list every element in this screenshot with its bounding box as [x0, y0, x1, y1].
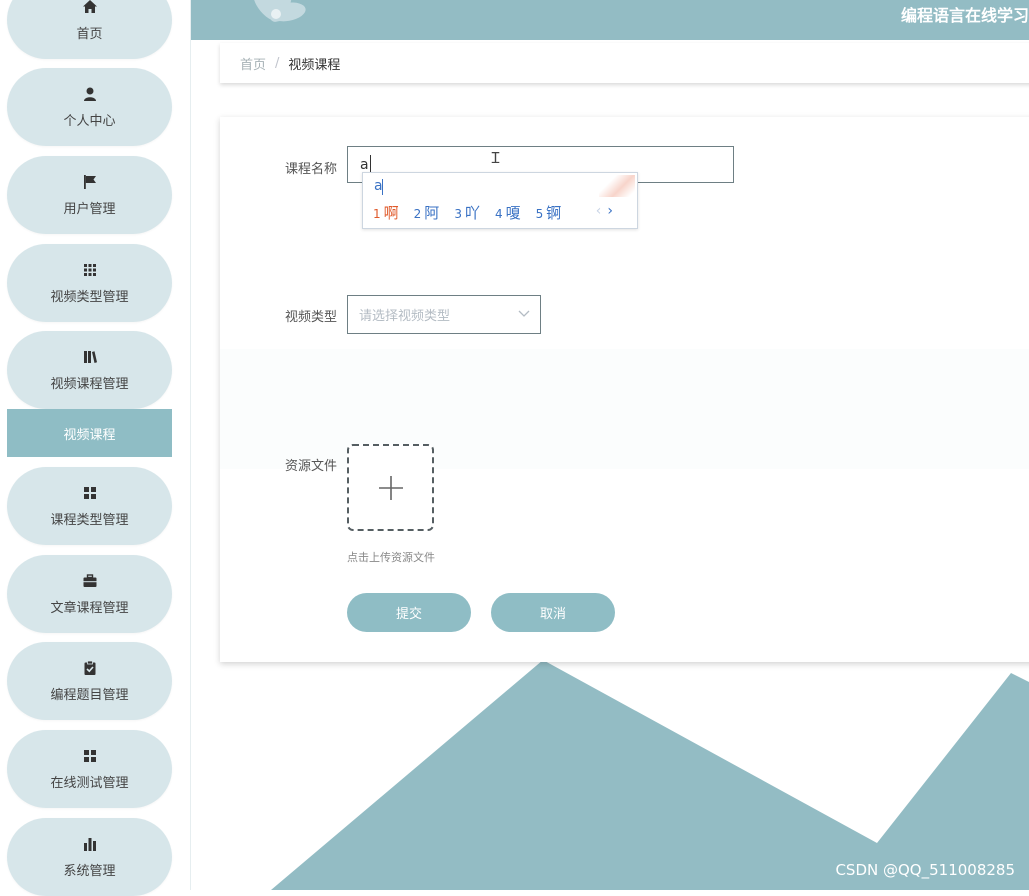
ime-candidate[interactable]: 5锕 — [536, 202, 562, 223]
breadcrumb: 首页 / 视频课程 — [220, 43, 1029, 83]
video-type-select[interactable]: 请选择视频类型 — [347, 295, 541, 334]
sidebar-item-label: 课程类型管理 — [50, 512, 129, 528]
apps-icon — [83, 749, 96, 762]
chevron-down-icon — [518, 310, 530, 317]
app-title: 编程语言在线学习 — [900, 6, 1029, 25]
form-band — [220, 349, 1029, 469]
sidebar-item-label: 个人中心 — [63, 113, 116, 129]
file-upload-area[interactable] — [347, 444, 434, 531]
ime-caret — [382, 179, 383, 195]
flag-icon — [83, 174, 96, 189]
user-icon — [83, 87, 96, 101]
submit-button[interactable]: 提交 — [347, 593, 471, 632]
sidebar-subitem-label: 视频课程 — [63, 427, 116, 443]
plus-icon — [378, 475, 403, 500]
sidebar-item-programming-questions[interactable]: 编程题目管理 — [7, 642, 172, 720]
ime-candidates: 1啊 2阿 3吖 4嗄 5锕 — [373, 202, 576, 223]
sidebar-item-system[interactable]: 系统管理 — [7, 818, 172, 896]
video-type-placeholder: 请选择视频类型 — [359, 309, 451, 324]
sidebar-item-label: 首页 — [76, 26, 103, 42]
course-form-card: 课程名称 Ｉ a 1啊 2阿 3吖 4嗄 5锕 ‹› 视频类型 请选择视频类型 … — [220, 117, 1029, 662]
top-header: 编程语言在线学习 — [191, 0, 1029, 40]
breadcrumb-current: 视频课程 — [288, 57, 341, 73]
apps-icon — [83, 486, 96, 499]
main-content: 编程语言在线学习 首页 / 视频课程 课程名称 Ｉ a 1啊 2阿 3吖 4嗄 … — [191, 0, 1029, 890]
sidebar: 首页 个人中心 用户管理 视频类型管理 视频课程管理 视频课程 课程类型管理 文… — [0, 0, 191, 896]
ime-next-page-icon[interactable]: › — [607, 203, 613, 219]
book-icon — [83, 350, 97, 363]
sidebar-subitem-video-course[interactable]: 视频课程 — [7, 409, 172, 457]
sidebar-item-course-types[interactable]: 课程类型管理 — [7, 467, 172, 545]
sidebar-item-label: 文章课程管理 — [50, 600, 129, 616]
ime-candidate[interactable]: 1啊 — [373, 202, 399, 223]
sidebar-item-label: 用户管理 — [63, 201, 116, 217]
sidebar-item-label: 视频课程管理 — [50, 376, 129, 392]
ime-prev-page-icon[interactable]: ‹ — [596, 203, 602, 219]
sidebar-item-label: 编程题目管理 — [50, 687, 129, 703]
sidebar-item-label: 视频类型管理 — [50, 289, 129, 305]
grid-icon — [83, 263, 96, 276]
sidebar-item-label: 系统管理 — [63, 863, 116, 879]
sidebar-item-label: 在线测试管理 — [50, 775, 129, 791]
sidebar-item-home[interactable]: 首页 — [7, 0, 172, 59]
sidebar-item-profile[interactable]: 个人中心 — [7, 68, 172, 146]
flower-decoration-icon — [253, 0, 306, 22]
sidebar-item-article-courses[interactable]: 文章课程管理 — [7, 555, 172, 633]
ime-candidate-popup: a 1啊 2阿 3吖 4嗄 5锕 ‹ › — [362, 172, 638, 229]
home-icon — [82, 0, 97, 13]
sidebar-item-video-types[interactable]: 视频类型管理 — [7, 244, 172, 322]
sidebar-item-users[interactable]: 用户管理 — [7, 156, 172, 234]
sidebar-item-online-tests[interactable]: 在线测试管理 — [7, 730, 172, 808]
ime-page-arrows: ‹ › — [596, 203, 613, 219]
breadcrumb-home[interactable]: 首页 — [240, 54, 266, 73]
bar-chart-icon — [83, 837, 96, 851]
video-type-label: 视频类型 — [284, 310, 337, 325]
text-caret — [370, 155, 371, 173]
sidebar-item-video-courses[interactable]: 视频课程管理 — [7, 331, 172, 409]
breadcrumb-separator: / — [275, 55, 280, 71]
ime-skin-decoration — [599, 175, 635, 197]
ibeam-cursor-icon: Ｉ — [488, 149, 504, 167]
watermark: CSDN @QQ_511008285 — [835, 861, 1015, 879]
cancel-button[interactable]: 取消 — [491, 593, 615, 632]
ime-candidate[interactable]: 2阿 — [414, 202, 440, 223]
briefcase-icon — [83, 573, 96, 587]
resource-file-label: 资源文件 — [284, 459, 337, 474]
ime-candidate[interactable]: 4嗄 — [495, 202, 521, 223]
clipboard-check-icon — [84, 660, 95, 675]
course-name-label: 课程名称 — [284, 162, 337, 177]
ime-candidate[interactable]: 3吖 — [454, 202, 480, 223]
upload-tip: 点击上传资源文件 — [347, 551, 435, 564]
